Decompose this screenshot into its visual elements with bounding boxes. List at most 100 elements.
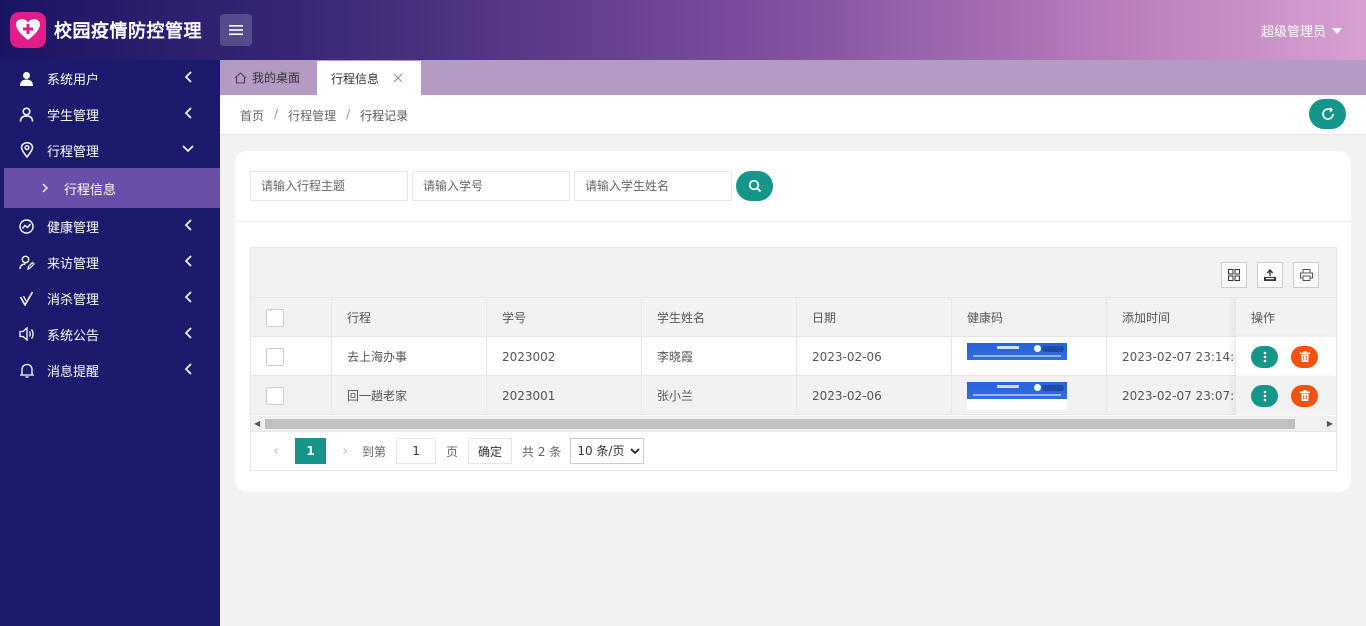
sidebar-item-system-users[interactable]: 系统用户: [0, 60, 220, 96]
col-header-date[interactable]: 日期: [796, 298, 951, 337]
trash-icon: [1299, 390, 1310, 401]
refresh-icon: [1321, 107, 1334, 120]
row-checkbox[interactable]: [266, 386, 284, 405]
horizontal-scrollbar[interactable]: ◀ ▶: [251, 416, 1336, 432]
row-select-cell: [251, 337, 331, 376]
row-actions: [1235, 337, 1336, 376]
cell-health-code: [951, 376, 1106, 415]
student-no-input[interactable]: [412, 171, 570, 201]
col-header-added-time[interactable]: 添加时间: [1106, 298, 1236, 337]
pagination: ‹ 1 › 到第 页 确定 共 2 条 10 条/页: [251, 432, 1336, 470]
hamburger-icon: [229, 25, 243, 35]
row-actions: [1235, 376, 1336, 415]
sidebar-subitem-trip-info[interactable]: 行程信息: [4, 168, 220, 208]
menu-toggle-button[interactable]: [220, 14, 252, 46]
total-count: 共 2 条: [522, 444, 562, 459]
sidebar-item-trips[interactable]: 行程管理: [0, 132, 220, 168]
user-solid-icon: [18, 70, 35, 87]
search-button[interactable]: [736, 171, 773, 201]
export-button[interactable]: [1257, 262, 1283, 288]
sidebar-item-disinfection[interactable]: 消杀管理: [0, 280, 220, 316]
row-checkbox[interactable]: [266, 347, 284, 366]
goto-confirm-button[interactable]: 确定: [468, 438, 513, 464]
chevron-left-icon: [184, 255, 192, 267]
cell-date: 2023-02-06: [796, 376, 951, 415]
trip-topic-input[interactable]: [250, 171, 408, 201]
top-header: 校园疫情防控管理 超级管理员: [0, 0, 1366, 60]
goto-page-input[interactable]: [396, 438, 437, 464]
trash-icon: [1299, 351, 1310, 362]
current-page[interactable]: 1: [295, 438, 326, 464]
chevron-left-icon: [184, 363, 192, 375]
refresh-button[interactable]: [1309, 99, 1346, 129]
health-code-image[interactable]: [967, 381, 1067, 410]
user-menu[interactable]: 超级管理员: [1261, 21, 1342, 40]
scroll-right-icon[interactable]: ▶: [1327, 419, 1333, 428]
delete-button[interactable]: [1291, 345, 1318, 368]
select-all-checkbox[interactable]: [266, 308, 284, 327]
tab-label: 行程信息: [331, 71, 380, 86]
sidebar-item-visitors[interactable]: 来访管理: [0, 244, 220, 280]
more-vertical-icon: [1263, 390, 1266, 401]
next-page-icon[interactable]: ›: [332, 443, 358, 459]
content-card: 行程 学号 学生姓名 日期 健康码 添加时间 操作 去上海办事 2023002 …: [235, 151, 1351, 492]
trend-chart-icon: [18, 218, 35, 235]
col-header-student-name[interactable]: 学生姓名: [641, 298, 796, 337]
table-toolbar: [251, 248, 1336, 298]
tab-trip-info[interactable]: 行程信息: [317, 60, 421, 95]
location-pin-icon: [18, 142, 35, 159]
delete-button[interactable]: [1291, 384, 1318, 407]
breadcrumb-home[interactable]: 首页: [240, 107, 264, 124]
search-icon: [748, 179, 761, 193]
cell-trip: 去上海办事: [331, 337, 486, 376]
more-vertical-icon: [1263, 351, 1266, 362]
cell-student-no: 2023002: [486, 337, 641, 376]
page-unit-label: 页: [446, 444, 459, 459]
sidebar-item-notifications[interactable]: 消息提醒: [0, 352, 220, 388]
student-name-input[interactable]: [574, 171, 732, 201]
export-icon: [1264, 268, 1276, 281]
table-row[interactable]: 去上海办事 2023002 李晓霞 2023-02-06 2023-02-07 …: [251, 337, 1336, 376]
sidebar-subitem-label: 行程信息: [64, 182, 117, 198]
col-header-health-code[interactable]: 健康码: [951, 298, 1106, 337]
scroll-left-icon[interactable]: ◀: [254, 419, 260, 428]
col-header-trip[interactable]: 行程: [331, 298, 486, 337]
page-size-select[interactable]: 10 条/页: [570, 438, 645, 464]
cell-added-time: 2023-02-07 23:14:46: [1106, 337, 1236, 376]
sidebar-item-health[interactable]: 健康管理: [0, 208, 220, 244]
search-form: [250, 171, 773, 201]
more-button[interactable]: [1251, 384, 1278, 407]
print-button[interactable]: [1293, 262, 1319, 288]
cell-added-time: 2023-02-07 23:07:17: [1106, 376, 1236, 415]
table-header-row: 行程 学号 学生姓名 日期 健康码 添加时间 操作: [251, 298, 1336, 337]
chevron-left-icon: [184, 71, 192, 83]
more-button[interactable]: [1251, 345, 1278, 368]
breadcrumb-bar: 首页 / 行程管理 / 行程记录: [220, 95, 1366, 135]
cell-student-name: 李晓霞: [641, 337, 796, 376]
tab-my-desktop[interactable]: 我的桌面: [220, 60, 317, 95]
goto-label: 到第: [362, 444, 387, 459]
data-table: 行程 学号 学生姓名 日期 健康码 添加时间 操作 去上海办事 2023002 …: [250, 247, 1337, 471]
chevron-right-icon: [42, 183, 48, 193]
cell-student-name: 张小兰: [641, 376, 796, 415]
close-icon[interactable]: [393, 73, 403, 83]
health-code-image[interactable]: [967, 342, 1067, 371]
sidebar-item-students[interactable]: 学生管理: [0, 96, 220, 132]
bell-icon: [18, 362, 35, 379]
breadcrumb-section[interactable]: 行程管理: [288, 107, 336, 124]
caret-down-icon: [1332, 27, 1342, 34]
breadcrumb-separator: /: [346, 107, 351, 121]
prev-page-icon[interactable]: ‹: [263, 443, 289, 459]
table-body: 行程 学号 学生姓名 日期 健康码 添加时间 操作 去上海办事 2023002 …: [251, 298, 1336, 416]
table-row[interactable]: 回一趟老家 2023001 张小兰 2023-02-06 2023-02-07 …: [251, 376, 1336, 415]
sidebar-item-label: 消息提醒: [47, 364, 100, 380]
sidebar-item-announcements[interactable]: 系统公告: [0, 316, 220, 352]
scrollbar-thumb[interactable]: [265, 419, 1295, 429]
col-header-student-no[interactable]: 学号: [486, 298, 641, 337]
row-select-cell: [251, 376, 331, 415]
chevron-left-icon: [184, 327, 192, 339]
chevron-left-icon: [184, 107, 192, 119]
grid-icon: [1228, 269, 1240, 281]
column-filter-button[interactable]: [1221, 262, 1247, 288]
user-outline-icon: [18, 106, 35, 123]
